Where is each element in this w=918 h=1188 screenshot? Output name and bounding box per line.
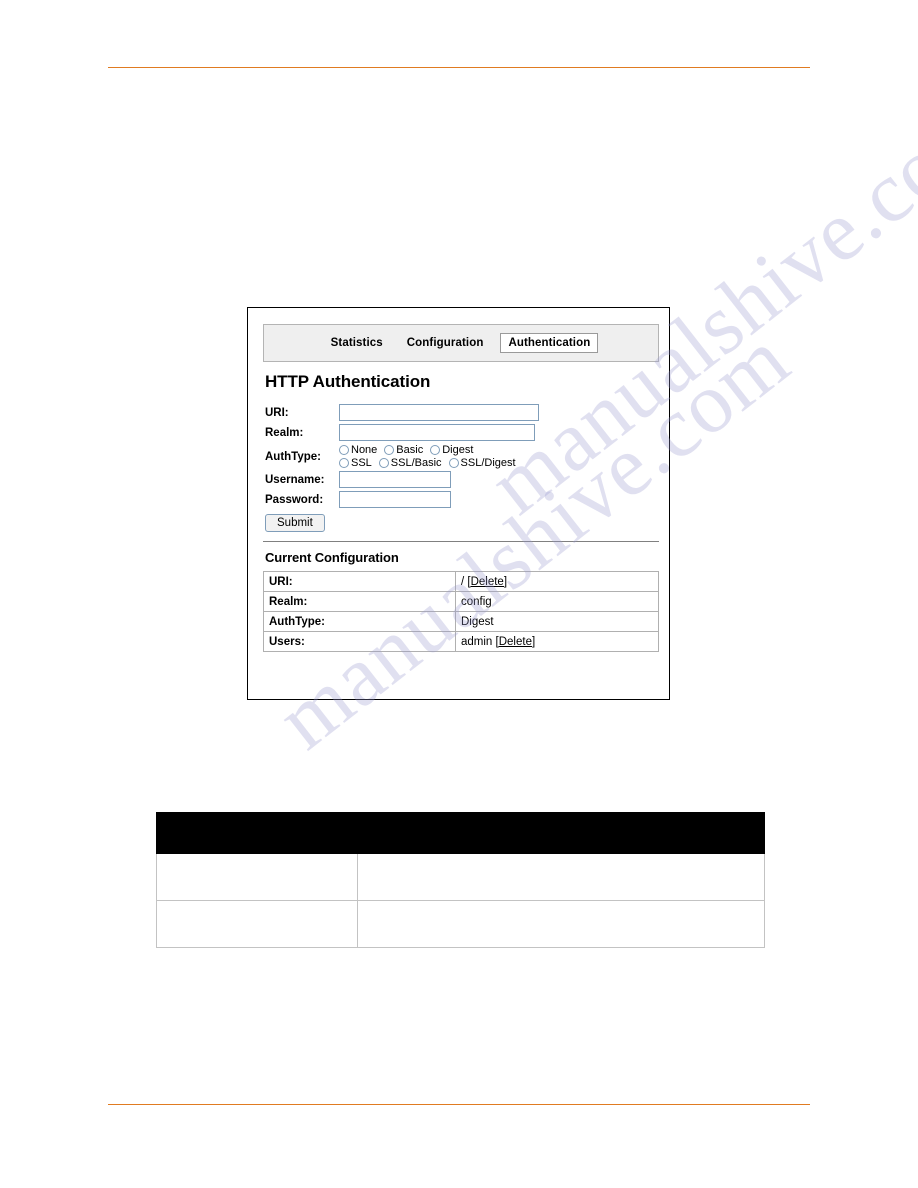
table-row: Realm: config <box>263 591 659 612</box>
tab-statistics[interactable]: Statistics <box>324 334 390 352</box>
radio-ssl-label: SSL <box>351 457 372 469</box>
embedded-screenshot-figure: Statistics Configuration Authentication … <box>247 307 670 700</box>
config-users-text: admin <box>461 635 496 648</box>
document-table-header-cell-2 <box>357 812 765 854</box>
radio-none[interactable]: None <box>339 444 377 456</box>
username-label: Username: <box>265 473 325 486</box>
tab-bar: Statistics Configuration Authentication <box>263 324 659 362</box>
current-configuration-table: URI: / [Delete] Realm: config AuthType: … <box>263 571 659 652</box>
uri-input[interactable] <box>339 404 539 421</box>
table-row: AuthType: Digest <box>263 611 659 632</box>
config-users-key: Users: <box>263 631 456 652</box>
radio-basic[interactable]: Basic <box>384 444 423 456</box>
authtype-row: AuthType: None Basic Digest SSL SSL/Basi… <box>263 444 659 469</box>
current-configuration-title: Current Configuration <box>265 550 399 565</box>
config-authtype-key: AuthType: <box>263 611 456 632</box>
radio-none-label: None <box>351 444 378 456</box>
config-realm-value: config <box>455 591 659 612</box>
table-row <box>156 853 765 901</box>
password-row: Password: <box>263 491 659 508</box>
submit-row: Submit <box>263 513 659 532</box>
document-table-cell <box>357 853 765 901</box>
authtype-radio-group: None Basic Digest SSL SSL/Basic SSL/Dige… <box>339 444 523 469</box>
radio-ssl-digest[interactable]: SSL/Digest <box>448 457 516 469</box>
radio-circle-icon <box>430 445 441 455</box>
realm-input[interactable] <box>339 424 535 441</box>
document-table-cell <box>156 900 358 948</box>
document-table-cell <box>156 853 358 901</box>
tab-configuration[interactable]: Configuration <box>400 334 491 352</box>
radio-circle-icon <box>378 458 389 468</box>
document-table <box>156 812 765 948</box>
realm-label: Realm: <box>265 426 304 439</box>
delete-user-link[interactable]: [Delete] <box>496 636 536 648</box>
config-uri-key: URI: <box>263 571 456 592</box>
radio-digest-label: Digest <box>442 444 474 456</box>
submit-button[interactable]: Submit <box>265 514 325 532</box>
radio-basic-label: Basic <box>396 444 424 456</box>
password-input[interactable] <box>339 491 451 508</box>
config-users-value: admin [Delete] <box>455 631 659 652</box>
document-table-header-cell-1 <box>156 812 358 854</box>
page-title: HTTP Authentication <box>265 372 431 391</box>
radio-circle-icon <box>339 458 349 468</box>
authtype-radio-line-1: None Basic Digest <box>339 444 523 456</box>
table-row <box>156 900 765 948</box>
authtype-radio-line-2: SSL SSL/Basic SSL/Digest <box>339 457 523 469</box>
radio-digest[interactable]: Digest <box>430 444 473 456</box>
radio-circle-icon <box>384 445 395 455</box>
radio-ssl-digest-label: SSL/Digest <box>460 457 516 469</box>
page-footer-rule <box>108 1104 810 1105</box>
config-authtype-value: Digest <box>455 611 659 632</box>
password-label: Password: <box>265 493 324 506</box>
radio-circle-icon <box>339 445 349 455</box>
document-table-cell <box>357 900 765 948</box>
radio-ssl[interactable]: SSL <box>339 457 372 469</box>
table-row: URI: / [Delete] <box>263 571 659 592</box>
username-row: Username: <box>263 471 659 488</box>
document-table-header-row <box>156 812 765 854</box>
radio-circle-icon <box>448 458 459 468</box>
page-header-rule <box>108 67 810 68</box>
username-input[interactable] <box>339 471 451 488</box>
section-divider <box>263 541 659 542</box>
config-uri-value: / [Delete] <box>455 571 659 592</box>
realm-row: Realm: <box>263 424 659 441</box>
web-ui-content: Statistics Configuration Authentication … <box>263 324 659 652</box>
delete-uri-link[interactable]: [Delete] <box>467 576 507 588</box>
tab-authentication[interactable]: Authentication <box>500 333 599 353</box>
authtype-label: AuthType: <box>265 450 322 463</box>
table-row: Users: admin [Delete] <box>263 631 659 652</box>
radio-ssl-basic-label: SSL/Basic <box>390 457 442 469</box>
config-realm-key: Realm: <box>263 591 456 612</box>
uri-label: URI: <box>265 406 289 419</box>
uri-row: URI: <box>263 404 659 421</box>
radio-ssl-basic[interactable]: SSL/Basic <box>378 457 442 469</box>
